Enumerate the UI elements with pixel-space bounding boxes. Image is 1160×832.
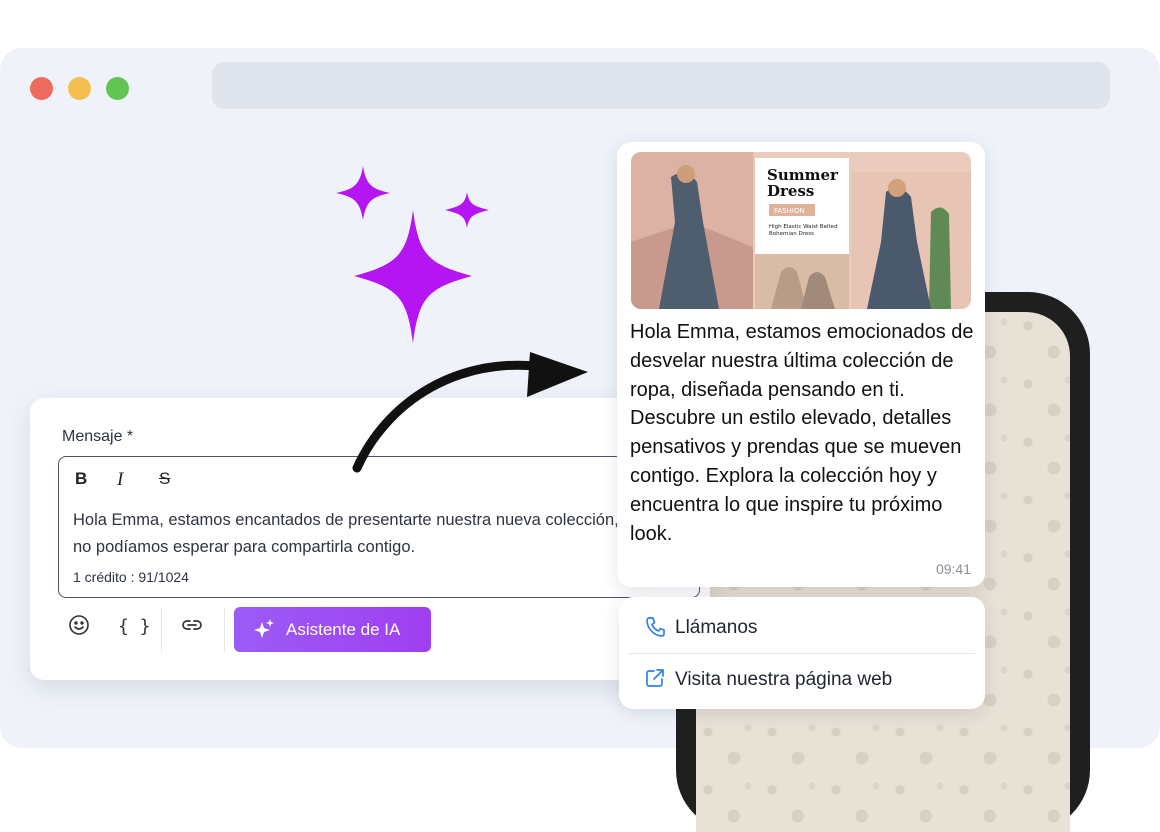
media-subtitle-line: High Elastic Waist Belted [769, 224, 838, 230]
media-subtitle-line: Bohemian Dress [769, 231, 814, 237]
call-us-label: Llámanos [675, 617, 758, 638]
phone-icon [645, 616, 665, 643]
quick-reply-buttons: Llámanos Visita nuestra página web [619, 597, 985, 709]
decorative-overlay [336, 166, 588, 473]
visit-website-label: Visita nuestra página web [675, 669, 893, 690]
curved-arrow-icon [352, 352, 588, 473]
call-us-button[interactable]: Llámanos [619, 599, 985, 653]
chat-message-text: Hola Emma, estamos emocionados de desvel… [630, 321, 974, 545]
message-timestamp: 09:41 [935, 561, 971, 577]
media-tag: FASHION [774, 207, 805, 215]
media-title-line: Dress [767, 182, 814, 200]
visit-website-button[interactable]: Visita nuestra página web [619, 651, 985, 705]
external-link-icon [645, 668, 665, 693]
chat-message-bubble: Summer Dress FASHION High Elastic Waist … [617, 142, 985, 587]
product-image: Summer Dress FASHION High Elastic Waist … [631, 152, 971, 309]
sparkles-icon [336, 166, 489, 343]
